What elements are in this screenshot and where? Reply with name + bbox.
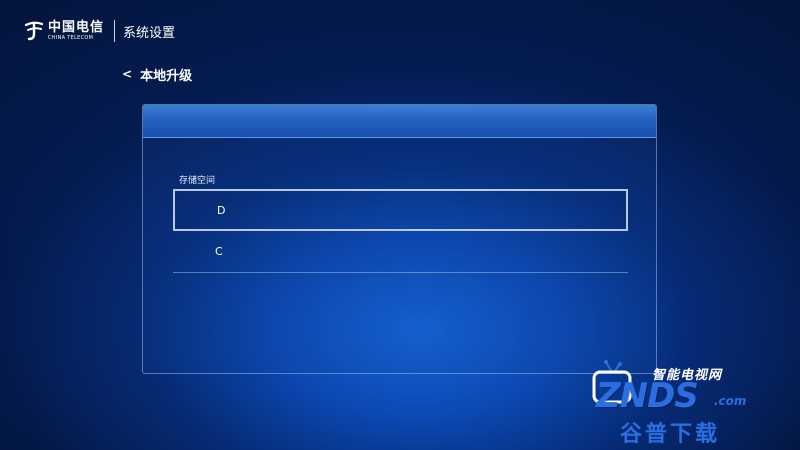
- watermark-bottom-text: 谷普下载: [620, 422, 721, 447]
- logo-chinese-text: 中国电信: [48, 20, 105, 35]
- storage-item-label: C: [215, 245, 223, 258]
- logo-english-text: CHINA TELECOM: [48, 35, 94, 41]
- china-telecom-logo-icon: [24, 21, 44, 41]
- storage-item-label: D: [217, 203, 226, 217]
- storage-section-label: 存储空间: [179, 176, 216, 186]
- storage-item-d[interactable]: D: [173, 189, 628, 231]
- header-divider: [114, 20, 116, 42]
- back-button[interactable]: < 本地升级: [122, 64, 192, 84]
- logo-text: 中国电信 CHINA TELECOM: [48, 21, 104, 41]
- storage-list: D C: [173, 189, 628, 273]
- znds-watermark: 智能电视网 ZNDS .com 谷普下载: [586, 350, 786, 447]
- watermark-domain: .com: [714, 394, 747, 408]
- chevron-left-icon: <: [122, 67, 133, 81]
- storage-item-c[interactable]: C: [173, 231, 628, 273]
- top-header: 中国电信 CHINA TELECOM 系统设置: [24, 16, 175, 46]
- china-telecom-logo: 中国电信 CHINA TELECOM: [24, 16, 104, 46]
- panel-header-bar: [143, 105, 656, 138]
- page-title: 本地升级: [140, 68, 193, 84]
- storage-panel: 存储空间 D C: [142, 104, 657, 374]
- header-title: 系统设置: [123, 25, 176, 41]
- watermark-brand: ZNDS: [596, 376, 699, 416]
